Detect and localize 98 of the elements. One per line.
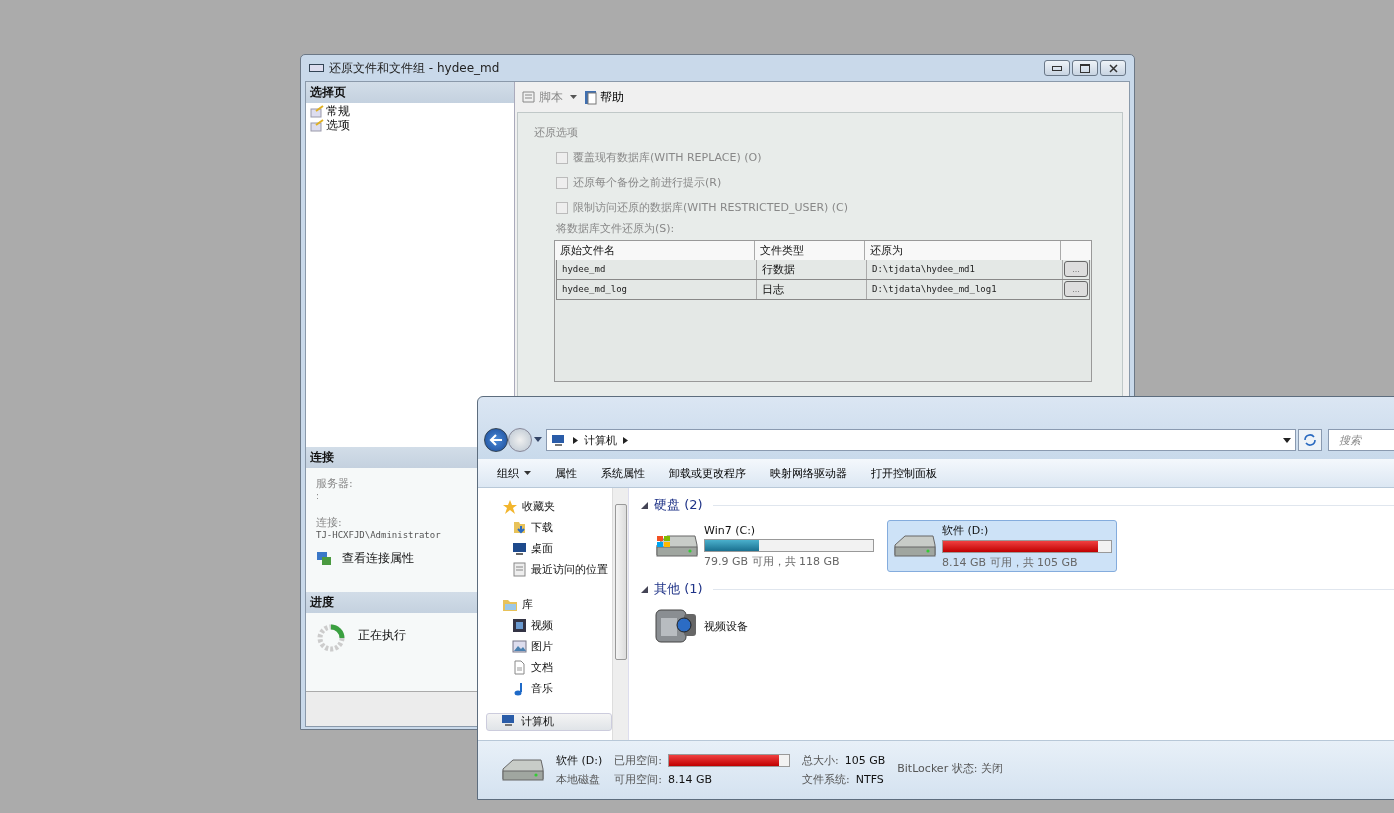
computer-icon — [501, 714, 517, 727]
browse-button[interactable]: ... — [1064, 261, 1088, 277]
filesystem-label: 文件系统: — [802, 772, 850, 787]
collapse-icon[interactable] — [641, 501, 648, 509]
table-cell: D:\tjdata\hydee_md_log1 — [867, 280, 1063, 299]
nav-item[interactable]: 收藏夹 — [502, 496, 612, 517]
server-value: : — [316, 491, 321, 501]
nav-item[interactable]: 视频 — [502, 615, 612, 636]
connection-icon — [316, 551, 332, 566]
address-crumb[interactable]: 计算机 — [584, 432, 617, 448]
folder-icon — [502, 597, 518, 612]
page-item[interactable]: 选项 — [310, 118, 510, 132]
toolbar-button[interactable]: 属性 — [550, 463, 582, 483]
section-title: 还原选项 — [534, 125, 579, 140]
chevron-icon[interactable] — [573, 436, 578, 444]
page-icon — [310, 104, 324, 118]
section-header: 选择页 — [306, 82, 514, 103]
drive-name: 软件 (D:) — [556, 753, 603, 768]
maximize-button[interactable] — [1072, 60, 1098, 76]
window-icon — [309, 64, 324, 72]
table-cell: hydee_md_log — [557, 280, 757, 299]
picture-icon — [512, 639, 527, 654]
server-label: 服务器: — [316, 476, 354, 491]
window-title: 还原文件和文件组 - hydee_md — [329, 59, 500, 77]
filesystem-value: NTFS — [855, 773, 884, 786]
drive-name: 软件 (D:) — [942, 522, 990, 538]
drive-tile[interactable]: Win7 (C:) 79.9 GB 可用，共 118 GB — [649, 520, 879, 572]
close-button[interactable] — [1100, 60, 1126, 76]
drive-tile[interactable]: 视频设备 — [649, 604, 779, 648]
total-value: 105 GB — [844, 754, 886, 767]
checkbox-label: 限制访问还原的数据库(WITH RESTRICTED_USER) (C) — [573, 200, 849, 215]
connection-properties-link[interactable]: 查看连接属性 — [342, 550, 414, 567]
close-icon — [1108, 63, 1118, 73]
drive-tile[interactable]: 软件 (D:) 8.14 GB 可用，共 105 GB — [887, 520, 1117, 572]
toolbar-button[interactable]: 打开控制面板 — [866, 463, 942, 483]
help-icon — [584, 89, 598, 105]
device-name: 视频设备 — [704, 618, 748, 634]
nav-item[interactable]: 图片 — [502, 636, 612, 657]
back-button[interactable] — [484, 428, 508, 452]
desktop-icon — [512, 541, 527, 556]
column-header: 文件类型 — [755, 241, 865, 260]
history-dropdown-icon[interactable] — [534, 437, 542, 443]
back-arrow-icon — [489, 434, 503, 446]
star-icon — [502, 498, 518, 515]
spinner-icon — [316, 623, 346, 653]
bitlocker-status: BitLocker 状态: 关闭 — [897, 760, 1003, 776]
download-icon — [512, 520, 527, 535]
recent-icon — [512, 562, 527, 577]
nav-item[interactable]: 文档 — [502, 657, 612, 678]
search-field[interactable]: 搜索 — [1328, 429, 1394, 451]
connection-label: 连接: — [316, 515, 343, 530]
drive-space: 79.9 GB 可用，共 118 GB — [704, 553, 841, 569]
chevron-icon[interactable] — [623, 436, 628, 444]
nav-item[interactable]: 音乐 — [502, 678, 612, 699]
free-value: 8.14 GB — [668, 773, 713, 786]
help-button[interactable]: 帮助 — [584, 88, 624, 106]
script-icon — [521, 90, 537, 104]
drive-name: Win7 (C:) — [704, 523, 757, 537]
page-icon — [310, 118, 324, 132]
collapse-icon[interactable] — [641, 585, 648, 593]
refresh-icon — [1303, 434, 1317, 446]
nav-item[interactable]: 计算机 — [486, 713, 612, 731]
document-icon — [512, 660, 527, 675]
progress-status: 正在执行 — [358, 627, 406, 644]
refresh-button[interactable] — [1298, 429, 1322, 451]
minimize-button[interactable] — [1044, 60, 1070, 76]
browse-button[interactable]: ... — [1064, 281, 1088, 297]
nav-item[interactable]: 桌面 — [502, 538, 612, 559]
drive-type: 本地磁盘 — [556, 772, 601, 787]
checkbox-label: 覆盖现有数据库(WITH REPLACE) (O) — [573, 150, 762, 165]
table-cell: 日志 — [757, 280, 867, 299]
column-header: 还原为 — [865, 241, 1061, 260]
total-label: 总大小: — [802, 753, 839, 768]
restore-as-label: 将数据库文件还原为(S): — [556, 221, 676, 236]
scrollbar[interactable] — [612, 488, 628, 740]
checkbox-label: 还原每个备份之前进行提示(R) — [573, 175, 722, 190]
table-cell: hydee_md — [557, 260, 757, 279]
computer-icon — [551, 433, 567, 447]
nav-item[interactable]: 最近访问的位置 — [502, 559, 612, 580]
column-header: 原始文件名 — [555, 241, 755, 260]
toolbar-button[interactable]: 映射网络驱动器 — [765, 463, 852, 483]
nav-item[interactable]: 下载 — [502, 517, 612, 538]
address-bar[interactable]: 计算机 — [546, 429, 1296, 451]
drive-space: 8.14 GB 可用，共 105 GB — [942, 554, 1079, 570]
group-title[interactable]: 硬盘 (2) — [654, 496, 703, 514]
table-cell: 行数据 — [757, 260, 867, 279]
page-item[interactable]: 常规 — [310, 104, 510, 118]
camera-icon — [654, 606, 698, 646]
connection-value: TJ-HCXFJD\Administrator — [316, 530, 442, 540]
free-label: 可用空间: — [614, 772, 662, 787]
video-icon — [512, 618, 527, 633]
toolbar-button[interactable]: 卸载或更改程序 — [664, 463, 751, 483]
dropdown-icon[interactable] — [569, 94, 578, 100]
used-label: 已用空间: — [614, 753, 662, 768]
group-title[interactable]: 其他 (1) — [654, 580, 703, 598]
dropdown-icon[interactable] — [1283, 437, 1291, 443]
toolbar-button[interactable]: 系统属性 — [596, 463, 650, 483]
table-cell: D:\tjdata\hydee_md1 — [867, 260, 1063, 279]
